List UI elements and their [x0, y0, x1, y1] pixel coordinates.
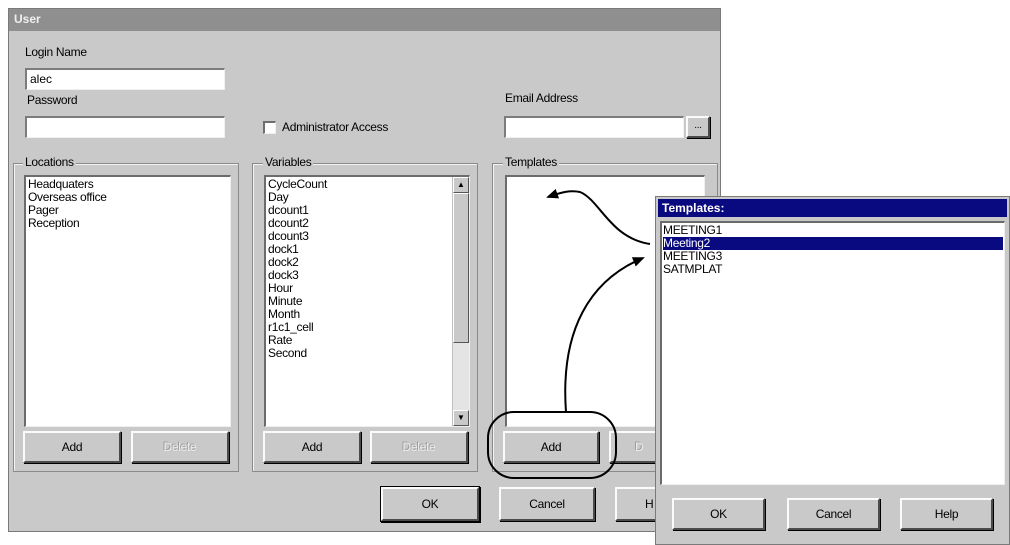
add-highlight-circle [487, 411, 617, 479]
annotation-overlay [487, 188, 651, 479]
arrow-to-templates-icon [546, 188, 651, 245]
arrow-to-popup-icon [564, 257, 645, 413]
